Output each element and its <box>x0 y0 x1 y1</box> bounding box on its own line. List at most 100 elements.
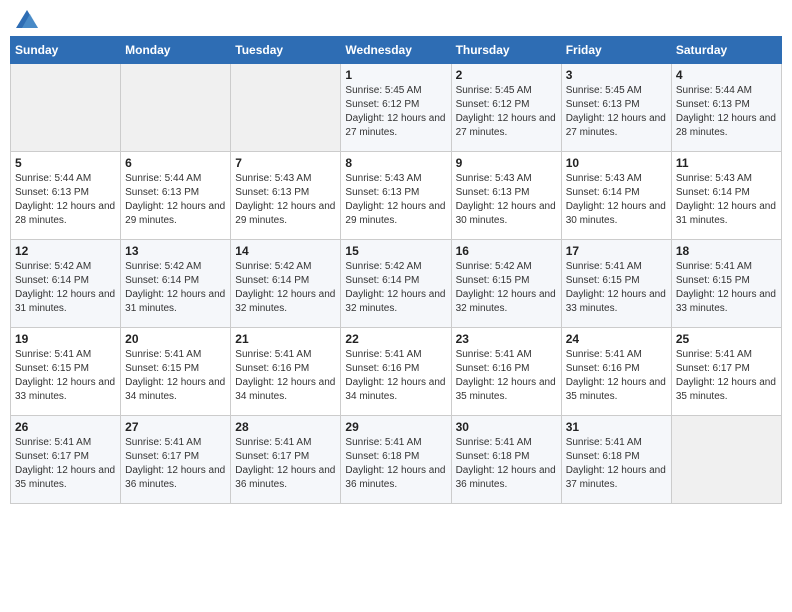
day-number: 26 <box>15 420 116 434</box>
day-info: Sunrise: 5:41 AMSunset: 6:17 PMDaylight:… <box>235 437 335 490</box>
calendar-cell: 16 Sunrise: 5:42 AMSunset: 6:15 PMDayligh… <box>451 240 561 328</box>
calendar-cell <box>231 64 341 152</box>
day-number: 17 <box>566 244 667 258</box>
day-number: 18 <box>676 244 777 258</box>
calendar-cell: 3 Sunrise: 5:45 AMSunset: 6:13 PMDaylight… <box>561 64 671 152</box>
calendar-cell: 9Sunrise: 5:43 AMSunset: 6:13 PMDaylight… <box>451 152 561 240</box>
column-header-sunday: Sunday <box>11 37 121 64</box>
calendar-week-row: 19 Sunrise: 5:41 AMSunset: 6:15 PMDayligh… <box>11 328 782 416</box>
day-info: Sunrise: 5:44 AMSunset: 6:13 PMDaylight:… <box>676 85 776 138</box>
day-number: 1 <box>345 68 446 82</box>
day-number: 16 <box>456 244 557 258</box>
calendar-cell: 31 Sunrise: 5:41 AMSunset: 6:18 PMDayligh… <box>561 416 671 504</box>
day-number: 7 <box>235 156 336 170</box>
day-info: Sunrise: 5:41 AMSunset: 6:18 PMDaylight:… <box>345 437 445 490</box>
day-info: Sunrise: 5:45 AMSunset: 6:13 PMDaylight:… <box>566 85 666 138</box>
logo-icon <box>16 10 38 28</box>
calendar-cell <box>671 416 781 504</box>
calendar-cell: 14 Sunrise: 5:42 AMSunset: 6:14 PMDayligh… <box>231 240 341 328</box>
calendar-table: SundayMondayTuesdayWednesdayThursdayFrid… <box>10 36 782 504</box>
day-number: 29 <box>345 420 446 434</box>
day-info: Sunrise: 5:41 AMSunset: 6:17 PMDaylight:… <box>15 437 115 490</box>
day-number: 24 <box>566 332 667 346</box>
day-number: 19 <box>15 332 116 346</box>
calendar-cell: 12 Sunrise: 5:42 AMSunset: 6:14 PMDayligh… <box>11 240 121 328</box>
column-header-friday: Friday <box>561 37 671 64</box>
calendar-cell: 10Sunrise: 5:43 AMSunset: 6:14 PMDayligh… <box>561 152 671 240</box>
calendar-cell: 5 Sunrise: 5:44 AMSunset: 6:13 PMDaylight… <box>11 152 121 240</box>
day-info: Sunrise: 5:42 AMSunset: 6:14 PMDaylight:… <box>15 261 115 314</box>
calendar-cell: 22 Sunrise: 5:41 AMSunset: 6:16 PMDayligh… <box>341 328 451 416</box>
day-info: Sunrise: 5:44 AMSunset: 6:13 PMDaylight:… <box>125 173 225 226</box>
calendar-cell: 13 Sunrise: 5:42 AMSunset: 6:14 PMDayligh… <box>121 240 231 328</box>
calendar-header-row: SundayMondayTuesdayWednesdayThursdayFrid… <box>11 37 782 64</box>
day-number: 28 <box>235 420 336 434</box>
day-number: 21 <box>235 332 336 346</box>
day-info: Sunrise: 5:41 AMSunset: 6:16 PMDaylight:… <box>456 349 556 402</box>
calendar-cell: 6 Sunrise: 5:44 AMSunset: 6:13 PMDaylight… <box>121 152 231 240</box>
day-number: 27 <box>125 420 226 434</box>
calendar-week-row: 12 Sunrise: 5:42 AMSunset: 6:14 PMDayligh… <box>11 240 782 328</box>
calendar-cell <box>11 64 121 152</box>
calendar-week-row: 1 Sunrise: 5:45 AMSunset: 6:12 PMDaylight… <box>11 64 782 152</box>
column-header-saturday: Saturday <box>671 37 781 64</box>
day-number: 23 <box>456 332 557 346</box>
calendar-body: 1 Sunrise: 5:45 AMSunset: 6:12 PMDaylight… <box>11 64 782 504</box>
day-info: Sunrise: 5:41 AMSunset: 6:16 PMDaylight:… <box>566 349 666 402</box>
day-info: Sunrise: 5:41 AMSunset: 6:18 PMDaylight:… <box>566 437 666 490</box>
day-number: 22 <box>345 332 446 346</box>
calendar-cell: 26 Sunrise: 5:41 AMSunset: 6:17 PMDayligh… <box>11 416 121 504</box>
day-info: Sunrise: 5:43 AMSunset: 6:13 PMDaylight:… <box>235 173 335 226</box>
day-info: Sunrise: 5:41 AMSunset: 6:15 PMDaylight:… <box>566 261 666 314</box>
day-info: Sunrise: 5:41 AMSunset: 6:16 PMDaylight:… <box>345 349 445 402</box>
day-info: Sunrise: 5:43 AMSunset: 6:13 PMDaylight:… <box>456 173 556 226</box>
day-number: 30 <box>456 420 557 434</box>
calendar-cell: 2 Sunrise: 5:45 AMSunset: 6:12 PMDaylight… <box>451 64 561 152</box>
column-header-tuesday: Tuesday <box>231 37 341 64</box>
day-info: Sunrise: 5:41 AMSunset: 6:15 PMDaylight:… <box>15 349 115 402</box>
calendar-cell: 29 Sunrise: 5:41 AMSunset: 6:18 PMDayligh… <box>341 416 451 504</box>
day-info: Sunrise: 5:43 AMSunset: 6:14 PMDaylight:… <box>676 173 776 226</box>
day-number: 31 <box>566 420 667 434</box>
day-info: Sunrise: 5:45 AMSunset: 6:12 PMDaylight:… <box>456 85 556 138</box>
column-header-thursday: Thursday <box>451 37 561 64</box>
calendar-cell: 1Sunrise: 5:45 AMSunset: 6:12 PMDaylight… <box>341 64 451 152</box>
calendar-cell: 7 Sunrise: 5:43 AMSunset: 6:13 PMDaylight… <box>231 152 341 240</box>
day-number: 13 <box>125 244 226 258</box>
calendar-cell: 25Sunrise: 5:41 AMSunset: 6:17 PMDayligh… <box>671 328 781 416</box>
day-number: 4 <box>676 68 777 82</box>
calendar-cell: 24 Sunrise: 5:41 AMSunset: 6:16 PMDayligh… <box>561 328 671 416</box>
day-info: Sunrise: 5:42 AMSunset: 6:14 PMDaylight:… <box>345 261 445 314</box>
calendar-cell: 23 Sunrise: 5:41 AMSunset: 6:16 PMDayligh… <box>451 328 561 416</box>
day-number: 11 <box>676 156 777 170</box>
day-info: Sunrise: 5:41 AMSunset: 6:18 PMDaylight:… <box>456 437 556 490</box>
day-info: Sunrise: 5:42 AMSunset: 6:15 PMDaylight:… <box>456 261 556 314</box>
calendar-cell: 19 Sunrise: 5:41 AMSunset: 6:15 PMDayligh… <box>11 328 121 416</box>
day-info: Sunrise: 5:41 AMSunset: 6:17 PMDaylight:… <box>676 349 776 402</box>
day-number: 20 <box>125 332 226 346</box>
day-number: 2 <box>456 68 557 82</box>
day-number: 6 <box>125 156 226 170</box>
day-info: Sunrise: 5:44 AMSunset: 6:13 PMDaylight:… <box>15 173 115 226</box>
day-info: Sunrise: 5:43 AMSunset: 6:14 PMDaylight:… <box>566 173 666 226</box>
day-info: Sunrise: 5:42 AMSunset: 6:14 PMDaylight:… <box>125 261 225 314</box>
calendar-cell: 28 Sunrise: 5:41 AMSunset: 6:17 PMDayligh… <box>231 416 341 504</box>
calendar-cell: 30 Sunrise: 5:41 AMSunset: 6:18 PMDayligh… <box>451 416 561 504</box>
calendar-cell: 21Sunrise: 5:41 AMSunset: 6:16 PMDayligh… <box>231 328 341 416</box>
day-info: Sunrise: 5:43 AMSunset: 6:13 PMDaylight:… <box>345 173 445 226</box>
calendar-cell: 4 Sunrise: 5:44 AMSunset: 6:13 PMDaylight… <box>671 64 781 152</box>
day-number: 14 <box>235 244 336 258</box>
day-info: Sunrise: 5:41 AMSunset: 6:15 PMDaylight:… <box>676 261 776 314</box>
calendar-week-row: 5 Sunrise: 5:44 AMSunset: 6:13 PMDaylight… <box>11 152 782 240</box>
column-header-monday: Monday <box>121 37 231 64</box>
day-number: 5 <box>15 156 116 170</box>
day-number: 12 <box>15 244 116 258</box>
day-info: Sunrise: 5:41 AMSunset: 6:17 PMDaylight:… <box>125 437 225 490</box>
calendar-cell: 27 Sunrise: 5:41 AMSunset: 6:17 PMDayligh… <box>121 416 231 504</box>
day-info: Sunrise: 5:42 AMSunset: 6:14 PMDaylight:… <box>235 261 335 314</box>
calendar-cell: 17 Sunrise: 5:41 AMSunset: 6:15 PMDayligh… <box>561 240 671 328</box>
calendar-cell: 15 Sunrise: 5:42 AMSunset: 6:14 PMDayligh… <box>341 240 451 328</box>
calendar-cell: 11 Sunrise: 5:43 AMSunset: 6:14 PMDayligh… <box>671 152 781 240</box>
day-number: 15 <box>345 244 446 258</box>
day-number: 3 <box>566 68 667 82</box>
